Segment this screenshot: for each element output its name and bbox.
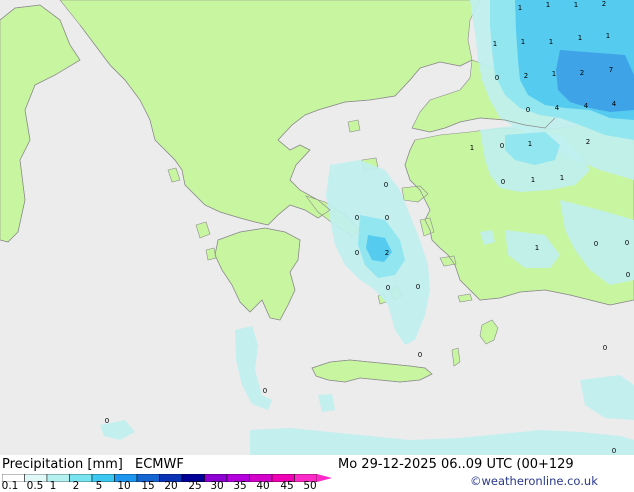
precip-value-label: 0 [355,214,359,222]
precip-value-label: 1 [470,144,474,152]
model-name: ECMWF [135,457,184,472]
precip-value-label: 0 [263,387,267,395]
precip-value-label: 2 [586,138,590,146]
precip-value-label: 2 [385,249,389,257]
precip-value-label: 1 [549,38,553,46]
precip-value-label: 1 [521,38,525,46]
precip-value-label: 0 [355,249,359,257]
precip-value-label: 0 [105,417,109,425]
precip-value-label: 1 [574,1,578,9]
precip-value-label: 0 [526,106,530,114]
precip-value-label: 0 [385,214,389,222]
precip-value-label: 0 [386,284,390,292]
precip-value-label: 0 [416,283,420,291]
precip-value-label: 0 [384,181,388,189]
precip-value-label: 1 [546,1,550,9]
precip-value-label: 4 [555,104,560,112]
precip-value-label: 2 [580,69,584,77]
precip-value-label: 1 [493,40,497,48]
precipitation-map: 1 1 1 2 1 1 1 1 1 0 2 1 2 7 0 4 4 4 1 0 1 2 0 1 1 0 0 0 0 2 1 0 0 0 0 0 0 0 0 0… [0,0,634,455]
precip-value-label: 1 [606,32,610,40]
land-thasos [347,119,361,133]
precip-value-label: 0 [626,271,630,279]
precip-value-label: 0 [501,178,505,186]
legend-footer: Precipitation [mm] ECMWF Mo 29-12-2025 0… [0,455,634,491]
precip-value-label: 1 [535,244,539,252]
precip-value-label: 1 [518,4,522,12]
credit-link[interactable]: ©weatheronline.co.uk [470,474,598,488]
precip-value-label: 1 [552,70,556,78]
precip-value-label: 0 [495,74,499,82]
precip-value-label: 0 [418,351,422,359]
precip-value-label: 1 [531,176,535,184]
map-canvas: 1 1 1 2 1 1 1 1 1 0 2 1 2 7 0 4 4 4 1 0 1 2 0 1 1 0 0 0 0 2 1 0 0 0 0 0 0 0 0 0… [0,0,634,455]
land-zakynthos [205,247,217,261]
precip-value-label: 1 [560,174,564,182]
precip-value-label: 0 [625,239,629,247]
precip-value-label: 7 [609,66,613,74]
precip-value-label: 0 [603,344,607,352]
precip-value-label: 0 [612,447,616,455]
precip-value-label: 4 [584,102,589,110]
precip-value-label: 2 [524,72,528,80]
precip-value-label: 2 [602,0,606,8]
precip-value-label: 0 [500,142,504,150]
precip-value-label: 1 [578,34,582,42]
precip-value-label: 4 [612,100,617,108]
precip-value-label: 1 [528,140,532,148]
precip-value-label: 0 [594,240,598,248]
valid-time: Mo 29-12-2025 06..09 UTC (00+129 [338,457,574,472]
legend-title: Precipitation [mm] [2,457,123,472]
